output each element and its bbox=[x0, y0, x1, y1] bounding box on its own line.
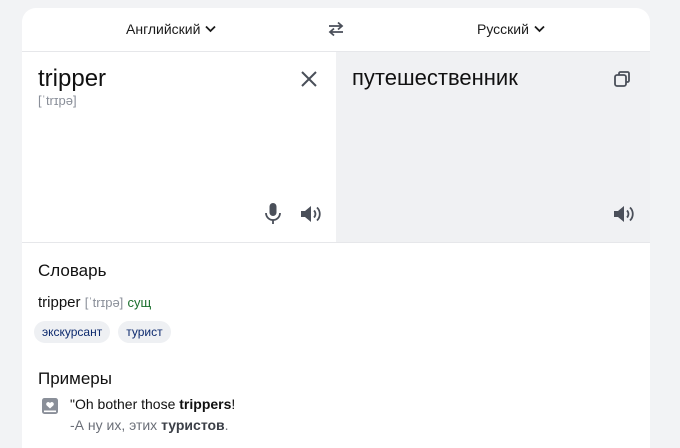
microphone-icon[interactable] bbox=[263, 202, 283, 226]
translator-card: Английский Русский tripper [ˈtrɪpə] путе… bbox=[22, 8, 650, 448]
translation-chip[interactable]: экскурсант bbox=[34, 321, 111, 343]
copy-icon[interactable] bbox=[612, 69, 632, 89]
dictionary-transcription: [ˈtrɪpə] bbox=[84, 295, 124, 310]
source-language-selector[interactable]: Английский bbox=[126, 21, 217, 37]
example-source-highlight: trippers bbox=[179, 396, 232, 412]
translation-chips: экскурсант турист bbox=[34, 321, 171, 343]
bookmark-icon bbox=[42, 398, 58, 414]
example-translation-text: -А ну их, этих bbox=[70, 417, 162, 433]
example-translation-highlight: туристов bbox=[161, 417, 225, 433]
divider bbox=[22, 242, 650, 243]
chevron-down-icon bbox=[205, 25, 217, 33]
translation-output: путешественник bbox=[352, 65, 518, 90]
examples-heading: Примеры bbox=[38, 369, 112, 388]
target-language-label: Русский bbox=[477, 21, 529, 37]
example-source: "Oh bother those trippers! bbox=[70, 396, 235, 412]
example-translation: -А ну их, этих туристов. bbox=[70, 417, 229, 433]
chevron-down-icon bbox=[534, 25, 545, 33]
swap-icon[interactable] bbox=[327, 20, 345, 38]
translation-chip[interactable]: турист bbox=[118, 321, 171, 343]
source-transcription: [ˈtrɪpə] bbox=[38, 93, 77, 108]
dictionary-word: tripper bbox=[38, 294, 81, 311]
language-bar: Английский Русский bbox=[22, 8, 650, 52]
speaker-icon[interactable] bbox=[612, 203, 636, 225]
speaker-icon[interactable] bbox=[299, 203, 323, 225]
dictionary-entry: tripper [ˈtrɪpə] сущ bbox=[38, 294, 151, 311]
source-panel: tripper [ˈtrɪpə] bbox=[22, 52, 336, 242]
example-source-text: "Oh bother those bbox=[70, 396, 180, 412]
target-panel: путешественник bbox=[336, 52, 650, 242]
clear-icon[interactable] bbox=[299, 69, 319, 89]
target-language-selector[interactable]: Русский bbox=[477, 21, 545, 37]
part-of-speech: сущ bbox=[127, 295, 152, 310]
source-input[interactable]: tripper bbox=[38, 65, 106, 93]
source-language-label: Английский bbox=[126, 21, 201, 37]
example-source-end: ! bbox=[231, 396, 236, 412]
example-translation-end: . bbox=[224, 417, 229, 433]
dictionary-heading: Словарь bbox=[38, 261, 107, 280]
